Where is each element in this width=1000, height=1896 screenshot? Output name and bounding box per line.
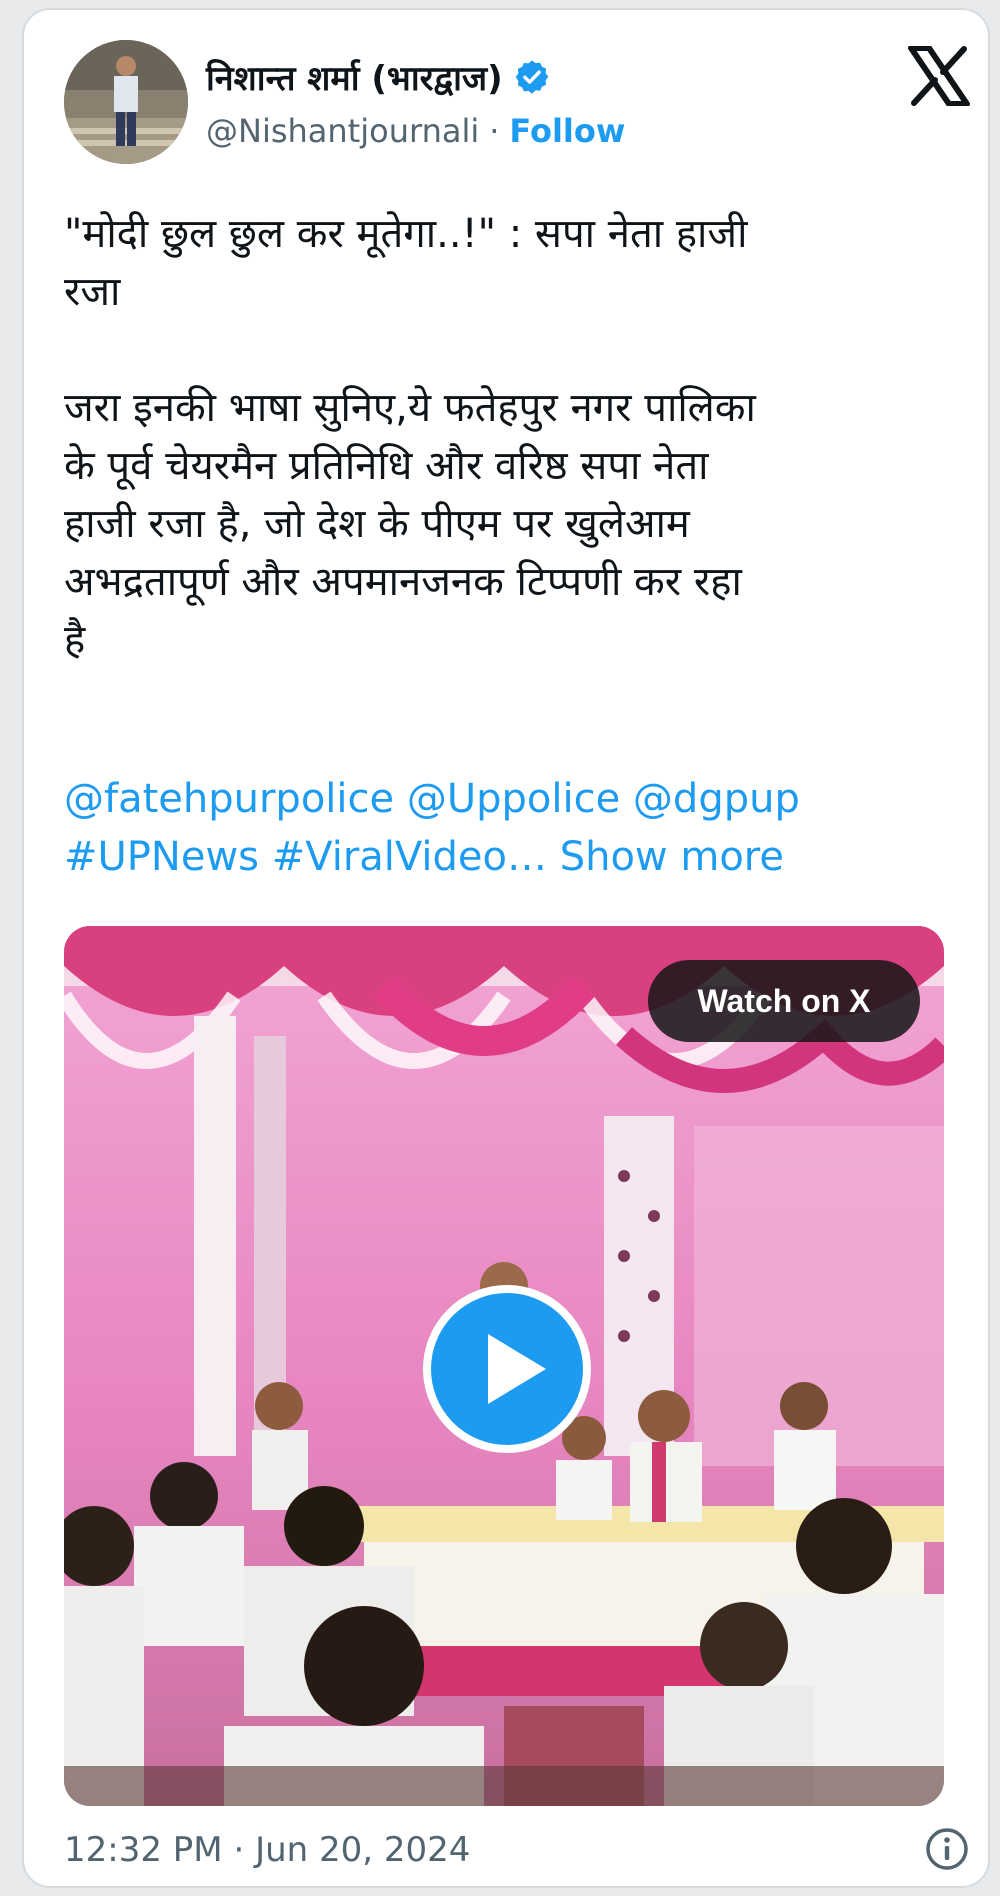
tweet-body-line: है (64, 617, 86, 663)
tweet-body-line: जरा इनकी भाषा सुनिए,ये फतेहपुर नगर पालिक… (64, 385, 756, 431)
tweet-body-line: अभद्रतापूर्ण और अपमानजनक टिप्पणी कर रहा (64, 559, 742, 605)
author-handle[interactable]: @Nishantjournali (206, 112, 479, 150)
author-name-row[interactable]: निशान्त शर्मा (भारद्वाज) (206, 54, 551, 100)
x-logo-icon[interactable] (908, 46, 970, 106)
hashtag-link[interactable]: #ViralVideo… (272, 834, 547, 880)
info-icon[interactable] (924, 1826, 970, 1872)
tweet-card[interactable]: निशान्त शर्मा (भारद्वाज) @Nishantjournal… (22, 8, 990, 1888)
avatar[interactable] (64, 40, 188, 164)
verified-badge-icon (515, 60, 548, 94)
tweet-footer: 12:32 PM · Jun 20, 2024 (64, 1828, 968, 1870)
play-icon[interactable] (420, 1282, 594, 1456)
tweet-text: "मोदी छुल छुल कर मूतेगा..!" : सपा नेता ह… (64, 205, 944, 669)
handle-separator: · (489, 112, 500, 150)
tweet-body-line: के पूर्व चेयरमैन प्रतिनिधि और वरिष्ठ सपा… (64, 443, 709, 489)
mention-link[interactable]: @fatehpurpolice (64, 776, 394, 822)
author-handle-row: @Nishantjournali · Follow (206, 112, 625, 150)
footer-separator: · (233, 1830, 245, 1870)
show-more-link[interactable]: Show more (560, 834, 784, 880)
tweet-headline-line: रजा (64, 269, 121, 315)
tweet-body-line: हाजी रजा है, जो देश के पीएम पर खुलेआम (64, 501, 690, 547)
mention-link[interactable]: @dgpup (633, 776, 800, 822)
author-display-name[interactable]: निशान्त शर्मा (भारद्वाज) (206, 54, 503, 100)
watch-on-x-button[interactable]: Watch on X (648, 960, 920, 1042)
tweet-headline-line: "मोदी छुल छुल कर मूतेगा..!" : सपा नेता ह… (64, 211, 748, 257)
tweet-links: @fatehpurpolice @Uppolice @dgpup #UPNews… (64, 770, 964, 886)
video-media[interactable]: Watch on X (64, 926, 944, 1806)
hashtag-link[interactable]: #UPNews (64, 834, 259, 880)
tweet-time[interactable]: 12:32 PM (64, 1830, 223, 1870)
mention-link[interactable]: @Uppolice (407, 776, 620, 822)
follow-button[interactable]: Follow (509, 112, 625, 150)
tweet-header: निशान्त शर्मा (भारद्वाज) @Nishantjournal… (64, 40, 970, 170)
tweet-date[interactable]: Jun 20, 2024 (255, 1830, 470, 1870)
